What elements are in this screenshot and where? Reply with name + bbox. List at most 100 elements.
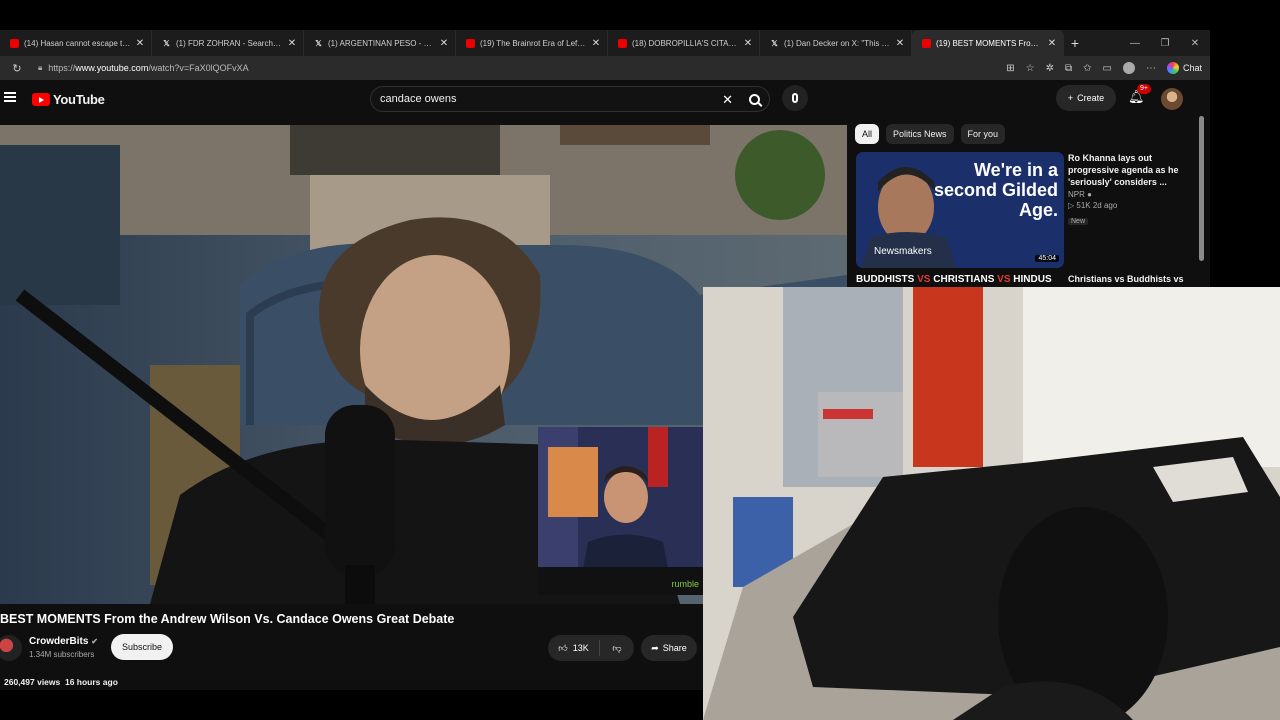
chip-all[interactable]: All xyxy=(855,124,880,144)
verified-icon: ● xyxy=(1087,190,1092,199)
screen: { "browser": { "tabs": [ {"title": "(14)… xyxy=(0,0,1280,720)
search-input[interactable]: candace owens ✕ xyxy=(370,86,770,112)
recommendation-title-2[interactable]: Christians vs Buddhists vs xyxy=(1068,274,1184,284)
like-dislike-group: 👍︎ 13K 👎︎ xyxy=(548,635,634,661)
browser-tab[interactable]: (18) DOBROPILLIA'S CITADEL UNDER ✕ xyxy=(608,30,760,56)
search-icon xyxy=(748,93,760,105)
filter-chips: All Politics News For you xyxy=(855,124,1200,144)
url-prefix: https:// xyxy=(48,63,76,73)
browser-tab-active[interactable]: (19) BEST MOMENTS From the Andrew ✕ xyxy=(912,30,1064,56)
chip-for-you[interactable]: For you xyxy=(960,124,1006,144)
close-tab-icon[interactable]: ✕ xyxy=(895,38,905,49)
recommendation-channel[interactable]: NPR ● xyxy=(1068,190,1198,199)
thumbnail-label: Newsmakers xyxy=(874,246,932,257)
recommendation-thumbnail[interactable]: We're in a second Gilded Age. Newsmakers… xyxy=(856,152,1064,268)
favorites-icon[interactable]: ✩ xyxy=(1083,63,1091,74)
video-duration: 45:04 xyxy=(1035,255,1059,262)
thumb-word: VS xyxy=(917,274,931,285)
channel-name-text: CrowderBits xyxy=(29,636,89,647)
close-tab-icon[interactable]: ✕ xyxy=(743,38,753,49)
account-avatar[interactable] xyxy=(1161,88,1183,110)
tab-title: (19) BEST MOMENTS From the Andrew xyxy=(936,38,1043,48)
new-badge: New xyxy=(1068,218,1089,225)
thumbnail-quote: We're in a second Gilded Age. xyxy=(933,160,1058,220)
more-menu-icon[interactable]: ⋯ xyxy=(1146,63,1156,74)
thumbs-up-icon: 👍︎ xyxy=(558,642,568,653)
restore-icon[interactable]: ❐ xyxy=(1150,38,1180,49)
webcam-frame xyxy=(703,287,1280,720)
youtube-icon xyxy=(618,38,627,48)
close-tab-icon[interactable]: ✕ xyxy=(287,38,297,49)
upload-age: 16 hours ago xyxy=(64,677,118,687)
browser-tab[interactable]: 𝕏 (1) Dan Decker on X: "This is the ✕ xyxy=(760,30,912,56)
menu-icon[interactable] xyxy=(4,92,16,102)
window-controls: — ❐ ✕ xyxy=(1120,30,1210,56)
recommendation-meta[interactable]: Ro Khanna lays out progressive agenda as… xyxy=(1068,152,1198,228)
close-tab-icon[interactable]: ✕ xyxy=(439,38,449,49)
browser-tab[interactable]: 𝕏 (1) ARGENTINAN PESO - Search / X ✕ xyxy=(304,30,456,56)
address-bar: ↻ 🔒︎ https://www.youtube.com/watch?v=FaX… xyxy=(0,56,1210,80)
chip-politics-news[interactable]: Politics News xyxy=(886,124,954,144)
rumble-logo: rumble xyxy=(671,579,699,589)
split-screen-icon[interactable]: ⧉ xyxy=(1065,63,1072,74)
plus-icon: + xyxy=(1067,93,1074,103)
description-box[interactable]: 260,497 views 16 hours ago xyxy=(0,674,700,690)
tab-title: (1) Dan Decker on X: "This is the xyxy=(784,38,891,48)
copilot-chat-button[interactable]: Chat xyxy=(1166,62,1202,74)
new-tab-button[interactable]: + xyxy=(1064,35,1086,51)
share-icon: ➦ xyxy=(651,642,659,653)
thumb-word: CHRISTIANS xyxy=(933,274,995,285)
youtube-icon xyxy=(10,38,19,48)
view-count: 260,497 views xyxy=(4,677,61,687)
channel-name[interactable]: CrowderBits ✔ xyxy=(29,636,98,647)
like-button[interactable]: 👍︎ 13K xyxy=(548,640,600,656)
channel-avatar[interactable] xyxy=(0,635,22,661)
recommendation-thumbnail-2[interactable]: BUDDHISTS VS CHRISTIANS VS HINDUS xyxy=(856,274,1064,288)
browser-tab[interactable]: 𝕏 (1) FDR ZOHRAN - Search / X ✕ xyxy=(152,30,304,56)
tab-strip: (14) Hasan cannot escape the DOJ ✕ 𝕏 (1) F… xyxy=(0,30,1210,56)
app-available-icon[interactable]: ⊞ xyxy=(1006,63,1014,74)
subscribe-button[interactable]: Subscribe xyxy=(111,634,173,660)
channel-name: NPR xyxy=(1068,190,1085,199)
tab-title: (18) DOBROPILLIA'S CITADEL UNDER xyxy=(632,38,739,48)
copilot-icon xyxy=(1166,62,1179,74)
recommendation-title[interactable]: Ro Khanna lays out progressive agenda as… xyxy=(1068,152,1198,188)
create-button[interactable]: + Create xyxy=(1056,85,1116,111)
notification-badge: 9+ xyxy=(1137,84,1151,94)
site-info-icon[interactable]: 🔒︎ xyxy=(38,63,42,73)
voice-search-button[interactable] xyxy=(782,85,808,111)
x-icon: 𝕏 xyxy=(163,38,170,48)
close-tab-icon[interactable]: ✕ xyxy=(591,38,601,49)
tab-title: (19) The Brainrot Era of Leftist Me xyxy=(480,38,587,48)
reload-icon[interactable]: ↻ xyxy=(8,62,26,75)
minimize-icon[interactable]: — xyxy=(1120,38,1150,49)
x-icon: 𝕏 xyxy=(315,38,322,48)
youtube-logo[interactable]: YouTube xyxy=(32,92,105,107)
collections-icon[interactable]: ▭ xyxy=(1103,63,1112,74)
dislike-button[interactable]: 👎︎ xyxy=(600,643,634,654)
chat-label: Chat xyxy=(1182,63,1202,73)
tab-title: (1) FDR ZOHRAN - Search / X xyxy=(176,38,283,48)
close-tab-icon[interactable]: ✕ xyxy=(135,38,145,49)
profile-icon[interactable] xyxy=(1122,62,1135,74)
tab-title: (1) ARGENTINAN PESO - Search / X xyxy=(328,38,435,48)
microphone-icon xyxy=(792,93,798,103)
favorite-star-icon[interactable]: ☆ xyxy=(1026,63,1035,74)
webcam-overlay xyxy=(703,287,1280,720)
subscriber-count: 1.34M subscribers xyxy=(29,650,95,659)
close-tab-icon[interactable]: ✕ xyxy=(1047,38,1057,49)
search-button[interactable] xyxy=(741,88,767,110)
url-path: /watch?v=FaX0lQOFvXA xyxy=(148,63,249,73)
thumb-word: HINDUS xyxy=(1013,274,1052,285)
close-window-icon[interactable]: ✕ xyxy=(1180,38,1210,49)
youtube-icon xyxy=(466,38,475,48)
browser-tab[interactable]: (19) The Brainrot Era of Leftist Me ✕ xyxy=(456,30,608,56)
thumb-word: BUDDHISTS xyxy=(856,274,915,285)
share-button[interactable]: ➦ Share xyxy=(641,635,697,661)
browser-tab[interactable]: (14) Hasan cannot escape the DOJ ✕ xyxy=(0,30,152,56)
inset-video: rumble xyxy=(538,427,703,595)
clear-search-icon[interactable]: ✕ xyxy=(722,92,733,108)
url-field[interactable]: 🔒︎ https://www.youtube.com/watch?v=FaX0l… xyxy=(38,59,998,77)
extensions-icon[interactable]: ✲ xyxy=(1046,63,1054,74)
thumb-word: VS xyxy=(997,274,1011,285)
